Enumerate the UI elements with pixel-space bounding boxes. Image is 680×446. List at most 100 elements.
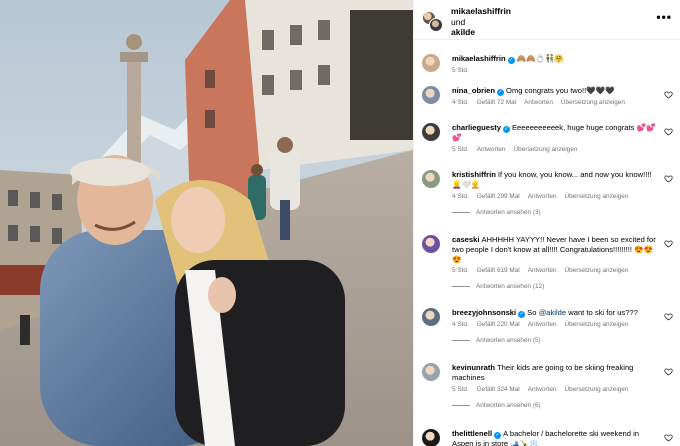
view-replies-button[interactable]: Antworten ansehen (5) bbox=[452, 337, 658, 344]
reply-button[interactable]: Antworten bbox=[528, 386, 557, 393]
commenter-avatar[interactable] bbox=[422, 363, 440, 381]
comment-timestamp: 5 Std. bbox=[452, 267, 469, 275]
comment-mention-link[interactable]: @akilde bbox=[539, 308, 567, 317]
commenter-avatar[interactable] bbox=[422, 170, 440, 188]
verified-badge-icon: ✓ bbox=[497, 89, 505, 96]
comment-text: caseski AHHHHH YAYYY!! Never have I been … bbox=[452, 235, 658, 264]
comment-like-count[interactable]: Gefällt 299 Mal bbox=[477, 193, 520, 200]
comment-item: kristishiffrin If you know, you know... a… bbox=[414, 170, 680, 216]
commenter-avatar[interactable] bbox=[422, 123, 440, 141]
view-replies-button[interactable]: Antworten ansehen (12) bbox=[452, 283, 658, 290]
reply-button[interactable]: Antworten bbox=[528, 267, 557, 274]
verified-badge-icon: ✓ bbox=[494, 432, 502, 439]
comment-body: Omg congrats you two!!🖤🖤🖤 bbox=[506, 86, 615, 95]
replies-divider bbox=[452, 211, 470, 213]
comment-timestamp: 4 Std. bbox=[452, 321, 469, 328]
like-heart-icon[interactable] bbox=[664, 239, 673, 248]
post-photo bbox=[0, 0, 413, 446]
comment-username[interactable]: thelittlenell bbox=[452, 429, 492, 438]
comment-text: nina_obrien ✓ Omg congrats you two!!🖤🖤🖤 bbox=[452, 86, 658, 96]
translate-button[interactable]: Übersetzung anzeigen bbox=[564, 193, 628, 200]
comment-item: thelittlenell ✓ A bachelor / bachelorette … bbox=[414, 429, 680, 446]
view-replies-label: Antworten ansehen (3) bbox=[476, 208, 541, 216]
like-heart-icon[interactable] bbox=[664, 433, 673, 442]
comment-body: 🙈🙈💍👬🤗 bbox=[516, 54, 564, 63]
comment-meta: 5 Std. Gefällt 619 Mal Antworten Übersetzun… bbox=[452, 267, 658, 274]
replies-divider bbox=[452, 404, 470, 406]
reply-button[interactable]: Antworten bbox=[528, 321, 557, 328]
comment-like-count[interactable]: Gefällt 619 Mal bbox=[477, 267, 520, 274]
comment-item: caseski AHHHHH YAYYY!! Never have I been … bbox=[414, 235, 680, 290]
translate-button[interactable]: Übersetzung anzeigen bbox=[513, 146, 577, 153]
verified-badge-icon: ✓ bbox=[502, 126, 510, 133]
commenter-avatar[interactable] bbox=[422, 86, 440, 104]
comment-username[interactable]: mikaelashiffrin bbox=[452, 54, 506, 63]
commenter-avatar[interactable] bbox=[422, 235, 440, 253]
comments-panel: mikaelashiffrin und akilde ••• mikaelash… bbox=[413, 0, 680, 446]
like-heart-icon[interactable] bbox=[664, 90, 673, 99]
comment-body: So bbox=[527, 308, 539, 317]
reply-button[interactable]: Antworten bbox=[524, 99, 553, 106]
comment-meta: 5 Std. Gefällt 324 Mal Antworten Übersetzun… bbox=[452, 386, 658, 393]
comment-username[interactable]: kevinunrath bbox=[452, 363, 495, 372]
comment-meta: 4 Std. Gefällt 72 Mal Antworten Übersetzung… bbox=[452, 99, 658, 106]
comment-meta: 4 Std. Gefällt 220 Mal Antworten Übersetzun… bbox=[452, 321, 658, 328]
comment-body-after: want to ski for us??? bbox=[566, 308, 638, 317]
author-avatars[interactable] bbox=[422, 11, 444, 33]
replies-divider bbox=[452, 340, 470, 341]
coauthor-avatar[interactable] bbox=[429, 18, 443, 32]
translate-button[interactable]: Übersetzung anzeigen bbox=[561, 99, 625, 106]
comment-meta: 5 Std. bbox=[452, 67, 658, 74]
comment-item: kevinunrath Their kids are going to be sk… bbox=[414, 363, 680, 409]
comment-body: AHHHHH YAYYY!! Never have I been so exci… bbox=[452, 235, 656, 264]
comment-username[interactable]: breezyjohnsonski bbox=[452, 308, 516, 317]
comment-username[interactable]: kristishiffrin bbox=[452, 170, 496, 179]
like-heart-icon[interactable] bbox=[664, 127, 673, 136]
comment-timestamp: 5 Std. bbox=[452, 385, 469, 393]
commenter-avatar[interactable] bbox=[422, 308, 440, 326]
comment-timestamp: 5 Std. bbox=[452, 67, 469, 74]
verified-badge-icon: ✓ bbox=[507, 57, 515, 64]
reply-button[interactable]: Antworten bbox=[477, 146, 506, 153]
like-heart-icon[interactable] bbox=[664, 367, 673, 376]
view-replies-label: Antworten ansehen (6) bbox=[476, 401, 541, 409]
replies-divider bbox=[452, 286, 470, 288]
comment-item: charlieguesty ✓ Eeeeeeeeeeek, huge huge co… bbox=[414, 123, 680, 153]
more-options-icon[interactable]: ••• bbox=[656, 10, 672, 24]
commenter-avatar[interactable] bbox=[422, 54, 440, 72]
comment-like-count[interactable]: Gefällt 324 Mal bbox=[477, 386, 520, 393]
comment-text: breezyjohnsonski ✓ So @akilde want to ski … bbox=[452, 308, 658, 318]
translate-button[interactable]: Übersetzung anzeigen bbox=[564, 321, 628, 328]
comment-text: mikaelashiffrin ✓ 🙈🙈💍👬🤗 bbox=[452, 54, 658, 64]
comment-timestamp: 4 Std. bbox=[452, 99, 469, 106]
translate-button[interactable]: Übersetzung anzeigen bbox=[564, 267, 628, 274]
comment-text: thelittlenell ✓ A bachelor / bachelorette … bbox=[452, 429, 658, 446]
view-replies-button[interactable]: Antworten ansehen (6) bbox=[452, 402, 658, 409]
comment-like-count[interactable]: Gefällt 220 Mal bbox=[477, 321, 520, 328]
verified-badge-icon: ✓ bbox=[518, 311, 526, 318]
like-heart-icon[interactable] bbox=[664, 312, 673, 321]
coauthor-name[interactable]: akilde bbox=[451, 27, 511, 38]
comment-item: nina_obrien ✓ Omg congrats you two!!🖤🖤🖤 4 S… bbox=[414, 86, 680, 106]
reply-button[interactable]: Antworten bbox=[528, 193, 557, 200]
comment-username[interactable]: charlieguesty bbox=[452, 123, 501, 132]
like-heart-icon[interactable] bbox=[664, 174, 673, 183]
comment-username[interactable]: caseski bbox=[452, 235, 479, 244]
comment-text: charlieguesty ✓ Eeeeeeeeeeek, huge huge co… bbox=[452, 123, 658, 143]
comment-timestamp: 5 Std. bbox=[452, 145, 469, 153]
translate-button[interactable]: Übersetzung anzeigen bbox=[564, 386, 628, 393]
comment-username[interactable]: nina_obrien bbox=[452, 86, 495, 95]
comment-text: kristishiffrin If you know, you know... a… bbox=[452, 170, 658, 190]
comment-timestamp: 4 Std. bbox=[452, 192, 469, 200]
comment-like-count[interactable]: Gefällt 72 Mal bbox=[477, 99, 516, 106]
comment-item: breezyjohnsonski ✓ So @akilde want to ski … bbox=[414, 308, 680, 344]
comment-text: kevinunrath Their kids are going to be sk… bbox=[452, 363, 658, 383]
commenter-avatar[interactable] bbox=[422, 429, 440, 446]
comment-item: mikaelashiffrin ✓ 🙈🙈💍👬🤗 5 Std. bbox=[414, 54, 680, 74]
post-authors: mikaelashiffrin und akilde bbox=[451, 6, 511, 38]
comment-meta: 5 Std. Antworten Übersetzung anzeigen bbox=[452, 146, 658, 153]
view-replies-label: Antworten ansehen (5) bbox=[476, 337, 541, 344]
post-header: mikaelashiffrin und akilde ••• bbox=[414, 0, 680, 40]
author-name[interactable]: mikaelashiffrin bbox=[451, 6, 511, 17]
view-replies-button[interactable]: Antworten ansehen (3) bbox=[452, 209, 658, 216]
